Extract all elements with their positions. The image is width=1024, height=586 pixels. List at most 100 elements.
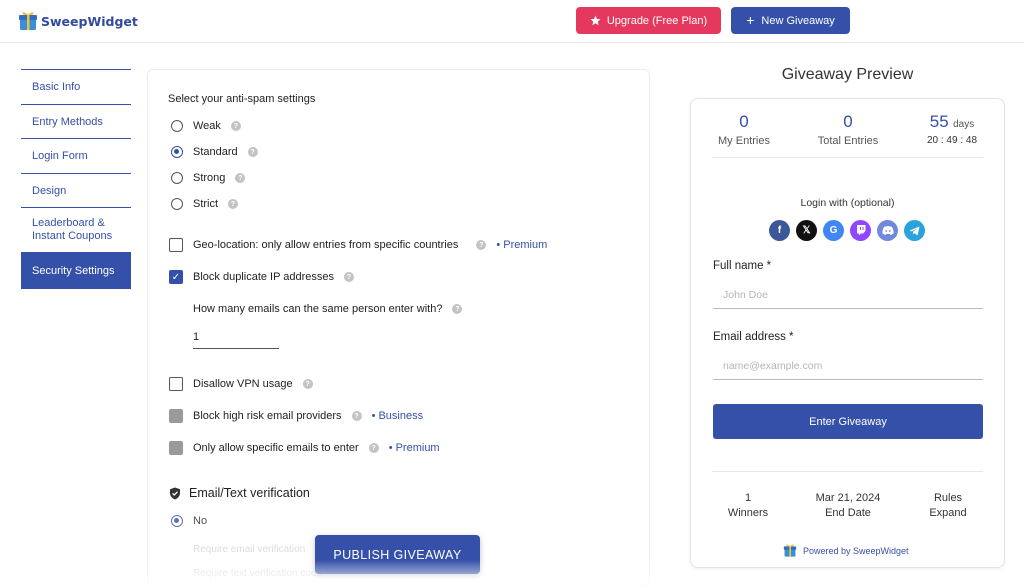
emails-per-person-label: How many emails can the same person ente…	[193, 303, 463, 315]
verification-heading: Email/Text verification	[169, 486, 310, 500]
checkbox-label: Only allow specific emails to enter	[193, 442, 359, 454]
enter-giveaway-button[interactable]: Enter Giveaway	[713, 404, 983, 439]
new-giveaway-label: New Giveaway	[761, 14, 835, 27]
help-icon[interactable]: ?	[302, 379, 313, 389]
rules-stat[interactable]: Rules Expand	[922, 491, 974, 521]
checkbox-label: Block duplicate IP addresses	[193, 271, 335, 283]
spam-level-standard[interactable]: Standard ?	[171, 146, 258, 158]
settings-sidebar: Basic Info Entry Methods Login Form Desi…	[21, 69, 131, 289]
business-badge[interactable]: • Business	[372, 410, 424, 422]
specific-emails-option[interactable]: Only allow specific emails to enter ? • …	[169, 441, 440, 455]
countdown-timer: 20 : 49 : 48	[926, 135, 978, 146]
radio-label: Strong	[193, 172, 226, 184]
radio-button[interactable]	[171, 120, 183, 132]
checkbox[interactable]	[169, 377, 183, 391]
help-icon[interactable]: ?	[368, 443, 379, 453]
help-icon[interactable]: ?	[230, 121, 241, 131]
radio-button[interactable]	[171, 172, 183, 184]
premium-badge[interactable]: • Premium	[389, 442, 440, 454]
gift-logo-icon	[19, 12, 37, 30]
publish-giveaway-button[interactable]: PUBLISH GIVEAWAY	[315, 535, 480, 574]
full-name-input[interactable]	[713, 281, 983, 309]
winners-stat: 1 Winners	[718, 491, 778, 521]
gift-logo-icon	[783, 544, 797, 557]
radio-label: No	[193, 515, 208, 527]
verification-more-options: Require email verification Require text …	[171, 544, 322, 579]
checkbox[interactable]	[169, 238, 183, 252]
facebook-icon[interactable]: f	[769, 220, 790, 241]
divider	[712, 157, 983, 158]
sidebar-item-label: Security Settings	[32, 265, 115, 277]
radio-button-selected[interactable]	[171, 515, 183, 527]
sidebar-item-basic-info[interactable]: Basic Info	[21, 69, 131, 104]
preview-title: Giveaway Preview	[781, 66, 914, 83]
days-count: 55	[929, 112, 949, 131]
disallow-vpn-option[interactable]: Disallow VPN usage ?	[169, 377, 313, 391]
spam-level-strict[interactable]: Strict ?	[171, 198, 239, 210]
sidebar-item-security-settings[interactable]: Security Settings	[21, 252, 131, 289]
days-label: days	[953, 119, 975, 130]
rules-expand-link[interactable]: Expand	[922, 506, 974, 521]
help-icon[interactable]: ?	[351, 411, 362, 421]
geo-location-option[interactable]: Geo-location: only allow entries from sp…	[169, 238, 547, 252]
sidebar-item-label: Basic Info	[32, 81, 81, 93]
sidebar-item-label: Entry Methods	[32, 115, 103, 128]
total-entries-label: Total Entries	[817, 135, 879, 147]
radio-label: Weak	[193, 120, 221, 132]
telegram-icon[interactable]	[904, 220, 925, 241]
top-bar: SweepWidget Upgrade (Free Plan) + New Gi…	[0, 0, 1024, 43]
block-high-risk-email-option[interactable]: Block high risk email providers ? • Busi…	[169, 409, 423, 423]
twitch-icon[interactable]	[850, 220, 871, 241]
sidebar-item-design[interactable]: Design	[21, 173, 131, 207]
discord-icon[interactable]	[877, 220, 898, 241]
total-entries-stat: 0 Total Entries	[812, 112, 884, 147]
verification-option-no[interactable]: No	[171, 515, 207, 527]
help-icon[interactable]: ?	[476, 240, 487, 250]
spam-level-weak[interactable]: Weak ?	[171, 120, 241, 132]
my-entries-label: My Entries	[718, 135, 770, 147]
radio-label: Require email verification	[193, 544, 306, 555]
help-icon[interactable]: ?	[452, 304, 463, 314]
sidebar-item-label: Login Form	[32, 150, 88, 162]
email-label: Email address *	[713, 331, 794, 343]
checkbox-disabled	[169, 441, 183, 455]
help-icon[interactable]: ?	[344, 272, 355, 282]
emails-per-person-input[interactable]	[193, 323, 279, 349]
google-icon[interactable]: G	[823, 220, 844, 241]
social-login-buttons: f 𝕏 G	[769, 220, 925, 241]
winners-label: Winners	[727, 507, 769, 519]
sidebar-item-label: Leaderboard & Instant Coupons	[32, 217, 113, 242]
new-giveaway-button[interactable]: + New Giveaway	[731, 7, 850, 34]
email-input[interactable]	[713, 352, 983, 380]
radio-label: Standard	[193, 146, 238, 158]
radio-button[interactable]	[171, 198, 183, 210]
premium-badge[interactable]: • Premium	[496, 239, 547, 251]
block-duplicate-ip-option[interactable]: ✓ Block duplicate IP addresses ?	[169, 270, 355, 284]
star-icon	[590, 15, 601, 26]
my-entries-count: 0	[739, 112, 749, 131]
help-icon[interactable]: ?	[235, 173, 246, 183]
sidebar-item-login-form[interactable]: Login Form	[21, 138, 131, 173]
checkbox-disabled	[169, 409, 183, 423]
plus-icon: +	[746, 12, 755, 28]
powered-by[interactable]: Powered by SweepWidget	[783, 543, 909, 558]
emails-question-text: How many emails can the same person ente…	[193, 303, 443, 315]
radio-label: Strict	[193, 198, 219, 210]
winners-count: 1	[744, 492, 752, 504]
divider	[712, 471, 983, 472]
help-icon[interactable]: ?	[247, 147, 258, 157]
x-icon[interactable]: 𝕏	[796, 220, 817, 241]
checkbox-checked[interactable]: ✓	[169, 270, 183, 284]
checkbox-label: Block high risk email providers	[193, 410, 342, 422]
spam-level-strong[interactable]: Strong ?	[171, 172, 246, 184]
help-icon[interactable]: ?	[228, 199, 239, 209]
logo[interactable]: SweepWidget	[18, 9, 138, 33]
rules-label: Rules	[933, 492, 963, 504]
upgrade-button[interactable]: Upgrade (Free Plan)	[576, 7, 721, 34]
countdown-stat: 55 days 20 : 49 : 48	[920, 112, 984, 146]
sidebar-item-leaderboard[interactable]: Leaderboard & Instant Coupons	[21, 207, 131, 252]
sidebar-item-entry-methods[interactable]: Entry Methods	[21, 104, 131, 138]
radio-button-selected[interactable]	[171, 146, 183, 158]
upgrade-label: Upgrade (Free Plan)	[606, 14, 708, 27]
end-date-label: End Date	[825, 507, 871, 519]
